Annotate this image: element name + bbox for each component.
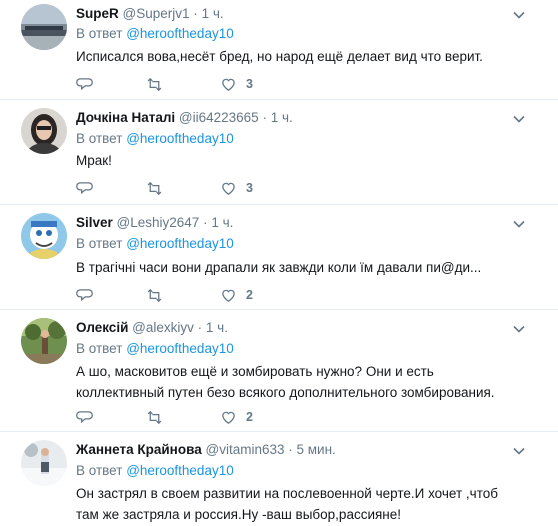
like-button[interactable]: 3 (220, 74, 253, 94)
retweet-icon (147, 410, 162, 424)
display-name[interactable]: Жаннета Крайнова (76, 442, 202, 457)
like-button[interactable]: 2 (220, 285, 253, 305)
tweet[interactable]: Жаннета Крайнова @vitamin633 · 5 мин. В … (0, 432, 558, 526)
heart-icon (222, 182, 235, 195)
tweet-header: Олексій @alexkiyv · 1 ч. (76, 320, 228, 335)
tweet-header: Дочкіна Наталі @ii64223665 · 1 ч. (76, 110, 293, 125)
reply-prefix: В ответ (76, 236, 123, 251)
retweet-button[interactable] (146, 74, 163, 94)
user-handle[interactable]: @Superjv1 (123, 6, 190, 21)
tweet-feed: SupeR @Superjv1 · 1 ч. В ответ @heroofth… (0, 0, 558, 526)
like-button[interactable]: 3 (220, 178, 253, 198)
retweet-icon (147, 77, 162, 91)
like-count: 2 (246, 288, 253, 302)
heart-icon (222, 78, 235, 91)
reply-icon (76, 288, 93, 301)
chevron-down-icon[interactable] (512, 444, 526, 458)
chevron-down-icon[interactable] (512, 217, 526, 231)
chevron-down-icon[interactable] (512, 112, 526, 126)
reply-context: В ответ @herooftheday10 (76, 26, 234, 41)
tweet-header: SupeR @Superjv1 · 1 ч. (76, 6, 224, 21)
separator-dot: · (203, 215, 208, 230)
chevron-down-icon[interactable] (512, 322, 526, 336)
reply-context: В ответ @herooftheday10 (76, 131, 234, 146)
tweet-text: А шо, масковитов ещё и зомбировать нужно… (76, 364, 495, 400)
reply-to-link[interactable]: @herooftheday10 (126, 131, 234, 146)
reply-button[interactable] (76, 74, 93, 94)
woman-snow-avatar-image (21, 440, 67, 486)
timestamp[interactable]: 1 ч. (206, 320, 228, 335)
tweet-header: Silver @Leshiy2647 · 1 ч. (76, 215, 233, 230)
separator-dot: · (193, 6, 198, 21)
reply-context: В ответ @herooftheday10 (76, 341, 234, 356)
tweet-text: Он застрял в своем развитии на послевоен… (76, 486, 498, 522)
user-handle[interactable]: @alexkiyv (132, 320, 194, 335)
timestamp[interactable]: 1 ч. (271, 110, 293, 125)
tweet-text: Мрак! (76, 153, 112, 168)
reply-prefix: В ответ (76, 341, 123, 356)
tweet[interactable]: SupeR @Superjv1 · 1 ч. В ответ @heroofth… (0, 0, 558, 100)
timestamp[interactable]: 1 ч. (202, 6, 224, 21)
tweet[interactable]: Дочкіна Наталі @ii64223665 · 1 ч. В отве… (0, 100, 558, 205)
reply-to-link[interactable]: @herooftheday10 (126, 463, 234, 478)
avatar[interactable] (21, 440, 67, 486)
tweet-header: Жаннета Крайнова @vitamin633 · 5 мин. (76, 442, 336, 457)
like-count: 3 (246, 77, 253, 91)
retweet-icon (147, 181, 162, 195)
avatar[interactable] (21, 213, 67, 259)
tweet[interactable]: Silver @Leshiy2647 · 1 ч. В ответ @heroo… (0, 205, 558, 310)
timestamp[interactable]: 1 ч. (211, 215, 233, 230)
user-handle[interactable]: @ii64223665 (179, 110, 259, 125)
avatar[interactable] (21, 318, 67, 364)
tweet-text: В трагічні часи вони драпали як завжди к… (76, 260, 482, 275)
separator-dot: · (197, 320, 203, 335)
display-name[interactable]: Silver (76, 215, 113, 230)
like-button[interactable]: 2 (220, 407, 253, 427)
tweet[interactable]: Олексій @alexkiyv · 1 ч. В ответ @heroof… (0, 310, 558, 432)
reply-icon (76, 77, 93, 90)
reply-prefix: В ответ (76, 26, 123, 41)
timestamp[interactable]: 5 мин. (297, 442, 336, 457)
heart-icon (222, 411, 235, 424)
reply-to-link[interactable]: @herooftheday10 (126, 26, 234, 41)
avatar[interactable] (21, 4, 67, 50)
landscape-avatar-image (21, 4, 67, 50)
separator-dot: · (288, 442, 293, 457)
retweet-icon (147, 288, 162, 302)
separator-dot: · (262, 110, 267, 125)
woman-photo-avatar-image (21, 108, 67, 154)
reply-prefix: В ответ (76, 463, 123, 478)
reply-button[interactable] (76, 285, 93, 305)
user-handle[interactable]: @Leshiy2647 (117, 215, 200, 230)
heart-icon (222, 289, 235, 302)
display-name[interactable]: Олексій (76, 320, 128, 335)
display-name[interactable]: Дочкіна Наталі (76, 110, 175, 125)
user-handle[interactable]: @vitamin633 (205, 442, 284, 457)
chevron-down-icon[interactable] (512, 8, 526, 22)
person-outdoor-avatar-image (21, 318, 67, 364)
reply-icon (76, 410, 93, 423)
reply-button[interactable] (76, 178, 93, 198)
retweet-button[interactable] (146, 285, 163, 305)
display-name[interactable]: SupeR (76, 6, 119, 21)
avatar[interactable] (21, 108, 67, 154)
like-count: 2 (246, 410, 253, 424)
tweet-text: Исписался вова,несёт бред, но народ ещё … (76, 49, 483, 64)
reply-context: В ответ @herooftheday10 (76, 236, 234, 251)
reply-icon (76, 181, 93, 194)
retweet-button[interactable] (146, 407, 163, 427)
reply-context: В ответ @herooftheday10 (76, 463, 234, 478)
reply-to-link[interactable]: @herooftheday10 (126, 341, 234, 356)
cartoon-avatar-image (21, 213, 67, 259)
reply-button[interactable] (76, 407, 93, 427)
like-count: 3 (246, 181, 253, 195)
reply-prefix: В ответ (76, 131, 123, 146)
retweet-button[interactable] (146, 178, 163, 198)
reply-to-link[interactable]: @herooftheday10 (126, 236, 234, 251)
